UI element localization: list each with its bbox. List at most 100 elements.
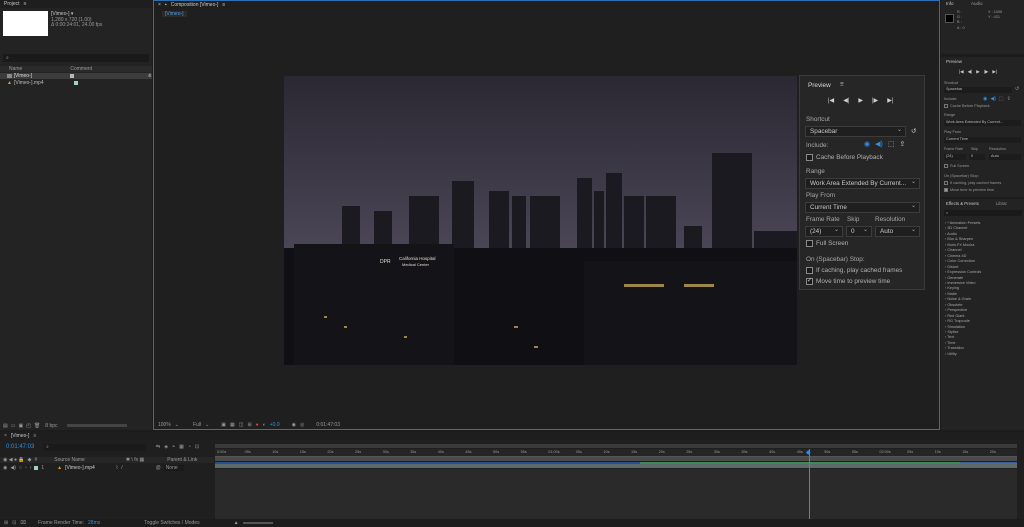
parent-dropdown[interactable]: None: [163, 464, 184, 471]
panel-menu-icon[interactable]: ≡: [24, 1, 27, 7]
export-icon[interactable]: ⇪: [899, 140, 905, 148]
timeline-search-field[interactable]: ⌕: [44, 444, 146, 451]
quality-dropdown[interactable]: Full: [193, 422, 201, 428]
layer-switches-icon[interactable]: ⊞: [4, 520, 8, 526]
zoom-slider[interactable]: [242, 522, 273, 524]
shortcut-dropdown[interactable]: Spacebar: [805, 126, 906, 137]
right-preview-title[interactable]: Preview: [946, 59, 962, 64]
effect-category[interactable]: › Text: [945, 335, 954, 339]
new-comp-icon[interactable]: ▣: [18, 423, 23, 429]
effect-category[interactable]: › Keying: [945, 286, 959, 290]
work-area-bar[interactable]: [215, 457, 1017, 461]
roi-icon[interactable]: ▣: [221, 422, 226, 428]
effect-category[interactable]: › * Animation Presets: [945, 221, 980, 225]
bpc-label[interactable]: 8 bpc: [45, 423, 57, 429]
rp-full-screen[interactable]: Full Screen: [944, 164, 969, 168]
effect-category[interactable]: › Utility: [945, 352, 957, 356]
overlay-icon[interactable]: ⬚: [999, 96, 1004, 102]
prev-frame-icon[interactable]: ◀|: [968, 69, 973, 75]
time-ruler[interactable]: 0:00s 05s 10s 15s 20s 25s 30s 35s 40s 45s 50s 55s 01…: [215, 449, 1017, 457]
effect-category[interactable]: › Boris FX Mocha: [945, 243, 974, 247]
export-icon[interactable]: ⇪: [1007, 96, 1011, 102]
audio-icon[interactable]: ◀): [875, 140, 883, 148]
mask-icon[interactable]: ◫: [239, 422, 244, 428]
checkbox-box[interactable]: [806, 240, 813, 247]
timeline-timecode[interactable]: 0:01:47:03: [6, 444, 34, 450]
video-eye-icon[interactable]: ◉: [983, 96, 987, 102]
checkbox-box[interactable]: [806, 267, 813, 274]
first-frame-icon[interactable]: |◀: [959, 69, 964, 75]
timeline-tab[interactable]: [Vimeo-]: [11, 433, 30, 439]
zoom-dropdown[interactable]: 100%: [158, 422, 171, 428]
rp-skip-dropdown[interactable]: 0: [969, 154, 985, 160]
effect-category[interactable]: › Time: [945, 341, 956, 345]
rp-resolution-dropdown[interactable]: Auto: [989, 154, 1021, 160]
shy-icon[interactable]: ◓: [172, 444, 175, 450]
effect-category[interactable]: › Blur & Sharpen: [945, 237, 973, 241]
effect-category[interactable]: › Matte: [945, 292, 957, 296]
effect-category[interactable]: › Audio: [945, 232, 957, 236]
lock-icon[interactable]: ▪: [165, 2, 167, 8]
rp-if-caching[interactable]: If caching, play cached frames: [944, 181, 1001, 185]
effect-category[interactable]: › Simulation: [945, 325, 965, 329]
range-dropdown[interactable]: Work Area Extended By Current...: [805, 178, 920, 189]
prev-frame-icon[interactable]: ◀|: [843, 97, 849, 104]
play-icon[interactable]: ▶: [976, 69, 979, 75]
snapshot-icon[interactable]: ◉: [292, 422, 296, 428]
effect-category[interactable]: › Transition: [945, 346, 964, 350]
close-icon[interactable]: ×: [158, 2, 161, 8]
effect-category[interactable]: › Noise & Grain: [945, 297, 971, 301]
project-item-row[interactable]: [Vimeo-] ⋔: [0, 73, 152, 79]
panel-menu-icon[interactable]: ≡: [222, 2, 225, 8]
effect-category[interactable]: › Perspective: [945, 308, 967, 312]
skip-dropdown[interactable]: 0: [846, 226, 872, 237]
visibility-eye-icon[interactable]: ◉: [3, 465, 7, 471]
effect-category[interactable]: › Red Giant: [945, 314, 964, 318]
new-folder-icon[interactable]: ▭: [11, 423, 16, 429]
project-item-row[interactable]: ▲ [Vimeo-].mp4: [0, 80, 152, 86]
rp-play-from-dropdown[interactable]: Current Time: [944, 137, 1021, 143]
layer-label-swatch[interactable]: [34, 465, 39, 470]
effect-category[interactable]: › Expression Controls: [945, 270, 981, 274]
trash-icon[interactable]: 🗑: [34, 423, 40, 429]
resolution-dropdown[interactable]: Auto: [875, 226, 920, 237]
column-name[interactable]: Name: [9, 66, 22, 72]
solo-icon[interactable]: ○: [19, 465, 22, 471]
comp-subtab[interactable]: [Vimeo-]: [162, 11, 187, 17]
layer-row[interactable]: ◉ ◀) ○ ▫ › 1 ▲ [Vimeo-].mp4 ⌇ / @ None: [0, 464, 214, 471]
graph-editor-icon[interactable]: ⊡: [195, 444, 199, 450]
flowchart-icon[interactable]: ⋔: [148, 73, 152, 79]
audio-toggle-icon[interactable]: ◀): [10, 465, 16, 471]
libraries-tab[interactable]: Librar: [996, 201, 1007, 206]
play-icon[interactable]: ▶: [858, 97, 863, 104]
rp-shortcut-dropdown[interactable]: Spacebar: [944, 87, 1012, 93]
frame-rate-dropdown[interactable]: (24): [805, 226, 843, 237]
layer-switch-icon[interactable]: /: [121, 465, 122, 471]
label-color-swatch[interactable]: [70, 74, 74, 78]
column-comment[interactable]: Comment: [70, 66, 92, 72]
pickwhip-icon[interactable]: @: [156, 465, 161, 471]
last-frame-icon[interactable]: ▶|: [992, 69, 997, 75]
toggle-switches-button[interactable]: Toggle Switches / Modes: [144, 520, 199, 526]
comp-timecode[interactable]: 0:01:47:03: [316, 422, 340, 428]
expand-arrow-icon[interactable]: ›: [30, 465, 32, 471]
rp-frame-rate-dropdown[interactable]: (24): [944, 154, 966, 160]
effect-category[interactable]: › Color Correction: [945, 259, 975, 263]
audio-icon[interactable]: ◀): [990, 96, 996, 102]
last-frame-icon[interactable]: ▶|: [887, 97, 893, 104]
play-from-dropdown[interactable]: Current Time: [805, 202, 920, 213]
exposure-value[interactable]: +0.0: [270, 422, 280, 428]
panel-menu-icon[interactable]: ≡: [33, 433, 36, 439]
transfer-controls-icon[interactable]: ⊡: [12, 520, 16, 526]
time-navigator[interactable]: [215, 444, 1017, 448]
video-viewer[interactable]: DPR California Hospital Medical Center: [284, 76, 797, 365]
playhead-head-icon[interactable]: ◆: [806, 449, 811, 456]
transparency-grid-icon[interactable]: ▦: [230, 422, 235, 428]
reset-icon[interactable]: ↺: [1015, 86, 1019, 92]
in-out-icon[interactable]: ⌧: [20, 520, 26, 526]
if-caching-checkbox[interactable]: If caching, play cached frames: [806, 267, 902, 274]
exposure-icon[interactable]: ◐: [263, 422, 266, 428]
effect-category[interactable]: › 3D Channel: [945, 226, 967, 230]
source-name-header[interactable]: Source Name: [54, 457, 85, 463]
draft-3d-icon[interactable]: ◈: [164, 444, 168, 450]
